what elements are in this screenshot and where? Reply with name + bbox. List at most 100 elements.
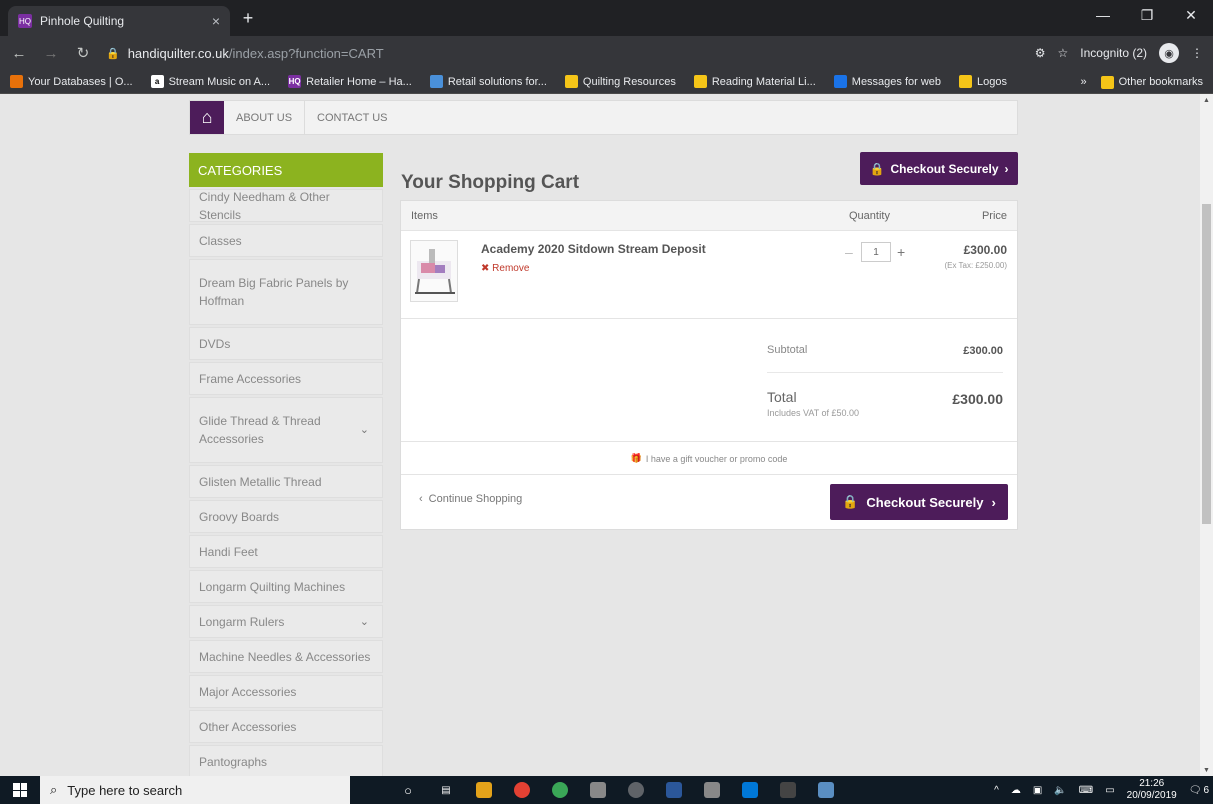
new-tab-button[interactable]: + [236, 6, 260, 30]
app-icon[interactable] [590, 782, 606, 798]
tab-close-icon[interactable]: × [212, 13, 220, 29]
product-thumbnail[interactable] [410, 240, 458, 302]
category-item[interactable]: Longarm Rulers ⌄ [189, 605, 383, 638]
clock-date: 20/09/2019 [1126, 790, 1177, 801]
nav-about-us[interactable]: ABOUT US [224, 101, 306, 134]
menu-icon[interactable]: ⋮ [1191, 46, 1203, 60]
category-item[interactable]: Dream Big Fabric Panels by Hoffman [189, 259, 383, 325]
photos-icon[interactable] [818, 782, 834, 798]
page-title: Your Shopping Cart [401, 172, 580, 193]
bookmark-favicon-icon [564, 75, 578, 88]
category-item[interactable]: Pantographs [189, 745, 383, 776]
category-label: Classes [199, 233, 242, 248]
scroll-down-icon[interactable]: ▼ [1200, 764, 1213, 776]
scrollbar-thumb[interactable] [1202, 204, 1211, 524]
chevron-down-icon[interactable]: ⌄ [360, 421, 369, 439]
category-item[interactable]: Cindy Needham & Other Stencils [189, 189, 383, 222]
category-item[interactable]: Glisten Metallic Thread [189, 465, 383, 498]
category-item[interactable]: Machine Needles & Accessories [189, 640, 383, 673]
category-item[interactable]: Major Accessories [189, 675, 383, 708]
incognito-label[interactable]: Incognito (2) [1080, 46, 1147, 60]
category-item[interactable]: Handi Feet [189, 535, 383, 568]
category-item[interactable]: Frame Accessories [189, 362, 383, 395]
quantity-input[interactable]: 1 [861, 242, 891, 262]
home-icon[interactable]: ⌂ [190, 101, 224, 134]
bookmarks-overflow-icon[interactable]: » [1081, 76, 1087, 88]
volume-icon[interactable]: 🔈 [1054, 785, 1066, 796]
nav-contact-us[interactable]: CONTACT US [305, 101, 400, 134]
bookmark-star-icon[interactable]: ☆ [1058, 46, 1069, 60]
category-item[interactable]: Glide Thread & Thread Accessories ⌄ [189, 397, 383, 463]
category-item[interactable]: Other Accessories [189, 710, 383, 743]
bookmarks-right: » Other bookmarks [1081, 70, 1203, 94]
bookmark-item[interactable]: a Stream Music on A... [150, 75, 270, 88]
start-button[interactable] [0, 776, 40, 804]
monitor-icon[interactable]: ▭ [1105, 785, 1114, 796]
app-icon-2[interactable] [704, 782, 720, 798]
calculator-icon[interactable] [780, 782, 796, 798]
other-bookmarks[interactable]: Other bookmarks [1100, 75, 1203, 89]
clock[interactable]: 21:26 20/09/2019 [1127, 778, 1177, 802]
promo-code-link[interactable]: 🎁 I have a gift voucher or promo code [401, 443, 1017, 475]
document-icon[interactable] [666, 782, 682, 798]
checkout-button-top[interactable]: 🔒 Checkout Securely › [860, 152, 1018, 185]
keyboard-icon[interactable]: ⌨ [1079, 785, 1093, 796]
task-view-icon[interactable]: ▤ [438, 782, 454, 798]
bookmark-item[interactable]: Retail solutions for... [429, 75, 547, 88]
back-icon[interactable]: ← [6, 40, 32, 66]
bookmarks-bar: Your Databases | O... a Stream Music on A.… [0, 70, 1213, 94]
page-scrollbar[interactable]: ▲ ▼ [1200, 94, 1213, 776]
bookmark-item[interactable]: Your Databases | O... [10, 75, 133, 88]
category-label: Handi Feet [199, 544, 258, 559]
network-icon[interactable]: ▣ [1033, 785, 1042, 796]
other-bookmarks-label: Other bookmarks [1118, 76, 1203, 88]
bookmark-item[interactable]: Logos [959, 75, 1007, 88]
bookmark-favicon-icon [959, 75, 973, 88]
category-label: Glisten Metallic Thread [199, 474, 322, 489]
col-quantity: Quantity [849, 210, 890, 222]
col-items: Items [411, 210, 438, 222]
category-item[interactable]: Groovy Boards [189, 500, 383, 533]
chrome-incognito-icon[interactable] [628, 782, 644, 798]
remove-label: Remove [492, 263, 530, 274]
bookmark-item[interactable]: HQ Retailer Home – Ha... [288, 75, 412, 88]
quantity-increase-button[interactable]: + [897, 244, 905, 260]
chrome-profile-icon[interactable] [552, 782, 568, 798]
cart-panel: Items Quantity Price Academy 2020 Sitdow… [400, 200, 1018, 530]
continue-shopping-link[interactable]: ‹ Continue Shopping [419, 493, 522, 505]
checkout-button-bottom[interactable]: 🔒 Checkout Securely › [830, 484, 1008, 520]
taskbar-search[interactable]: ⌕ Type here to search [40, 776, 350, 804]
chevron-up-icon[interactable]: ^ [994, 785, 999, 796]
chevron-down-icon[interactable]: ⌄ [360, 613, 369, 631]
quantity-decrease-button[interactable]: – [845, 244, 855, 260]
notifications-icon[interactable]: 🗨 6 [1189, 785, 1209, 796]
onedrive-icon[interactable]: ☁ [1011, 785, 1021, 796]
bookmark-item[interactable]: Messages for web [833, 75, 942, 88]
category-item[interactable]: Longarm Quilting Machines [189, 570, 383, 603]
bookmark-item[interactable]: Quilting Resources [564, 75, 676, 88]
minimize-icon[interactable]: — [1081, 0, 1125, 30]
chrome-icon[interactable] [514, 782, 530, 798]
cortana-icon[interactable]: ○ [400, 782, 416, 798]
address-bar[interactable]: 🔒 handiquilter.co.uk/index.asp?function=… [106, 40, 1026, 66]
bookmark-label: Messages for web [851, 75, 942, 88]
close-window-icon[interactable]: ✕ [1169, 0, 1213, 30]
file-explorer-icon[interactable] [476, 782, 492, 798]
bookmark-favicon-icon [693, 75, 707, 88]
product-name[interactable]: Academy 2020 Sitdown Stream Deposit [481, 242, 706, 256]
subtotal-value: £300.00 [963, 345, 1003, 357]
scroll-up-icon[interactable]: ▲ [1200, 94, 1213, 106]
restore-icon[interactable]: ❐ [1125, 0, 1169, 30]
bookmark-label: Logos [977, 75, 1008, 88]
category-item[interactable]: DVDs [189, 327, 383, 360]
lock-icon: 🔒 [106, 47, 120, 60]
incognito-icon[interactable]: ◉ [1159, 43, 1179, 63]
browser-tab[interactable]: HQ Pinhole Quilting × [8, 6, 230, 36]
forward-icon[interactable]: → [38, 40, 64, 66]
extension-icon[interactable]: ⚙ [1035, 46, 1046, 60]
bookmark-item[interactable]: Reading Material Li... [693, 75, 816, 88]
remove-link[interactable]: ✖ Remove [481, 263, 529, 274]
outlook-icon[interactable] [742, 782, 758, 798]
category-item[interactable]: Classes [189, 224, 383, 257]
reload-icon[interactable]: ↻ [70, 40, 96, 66]
